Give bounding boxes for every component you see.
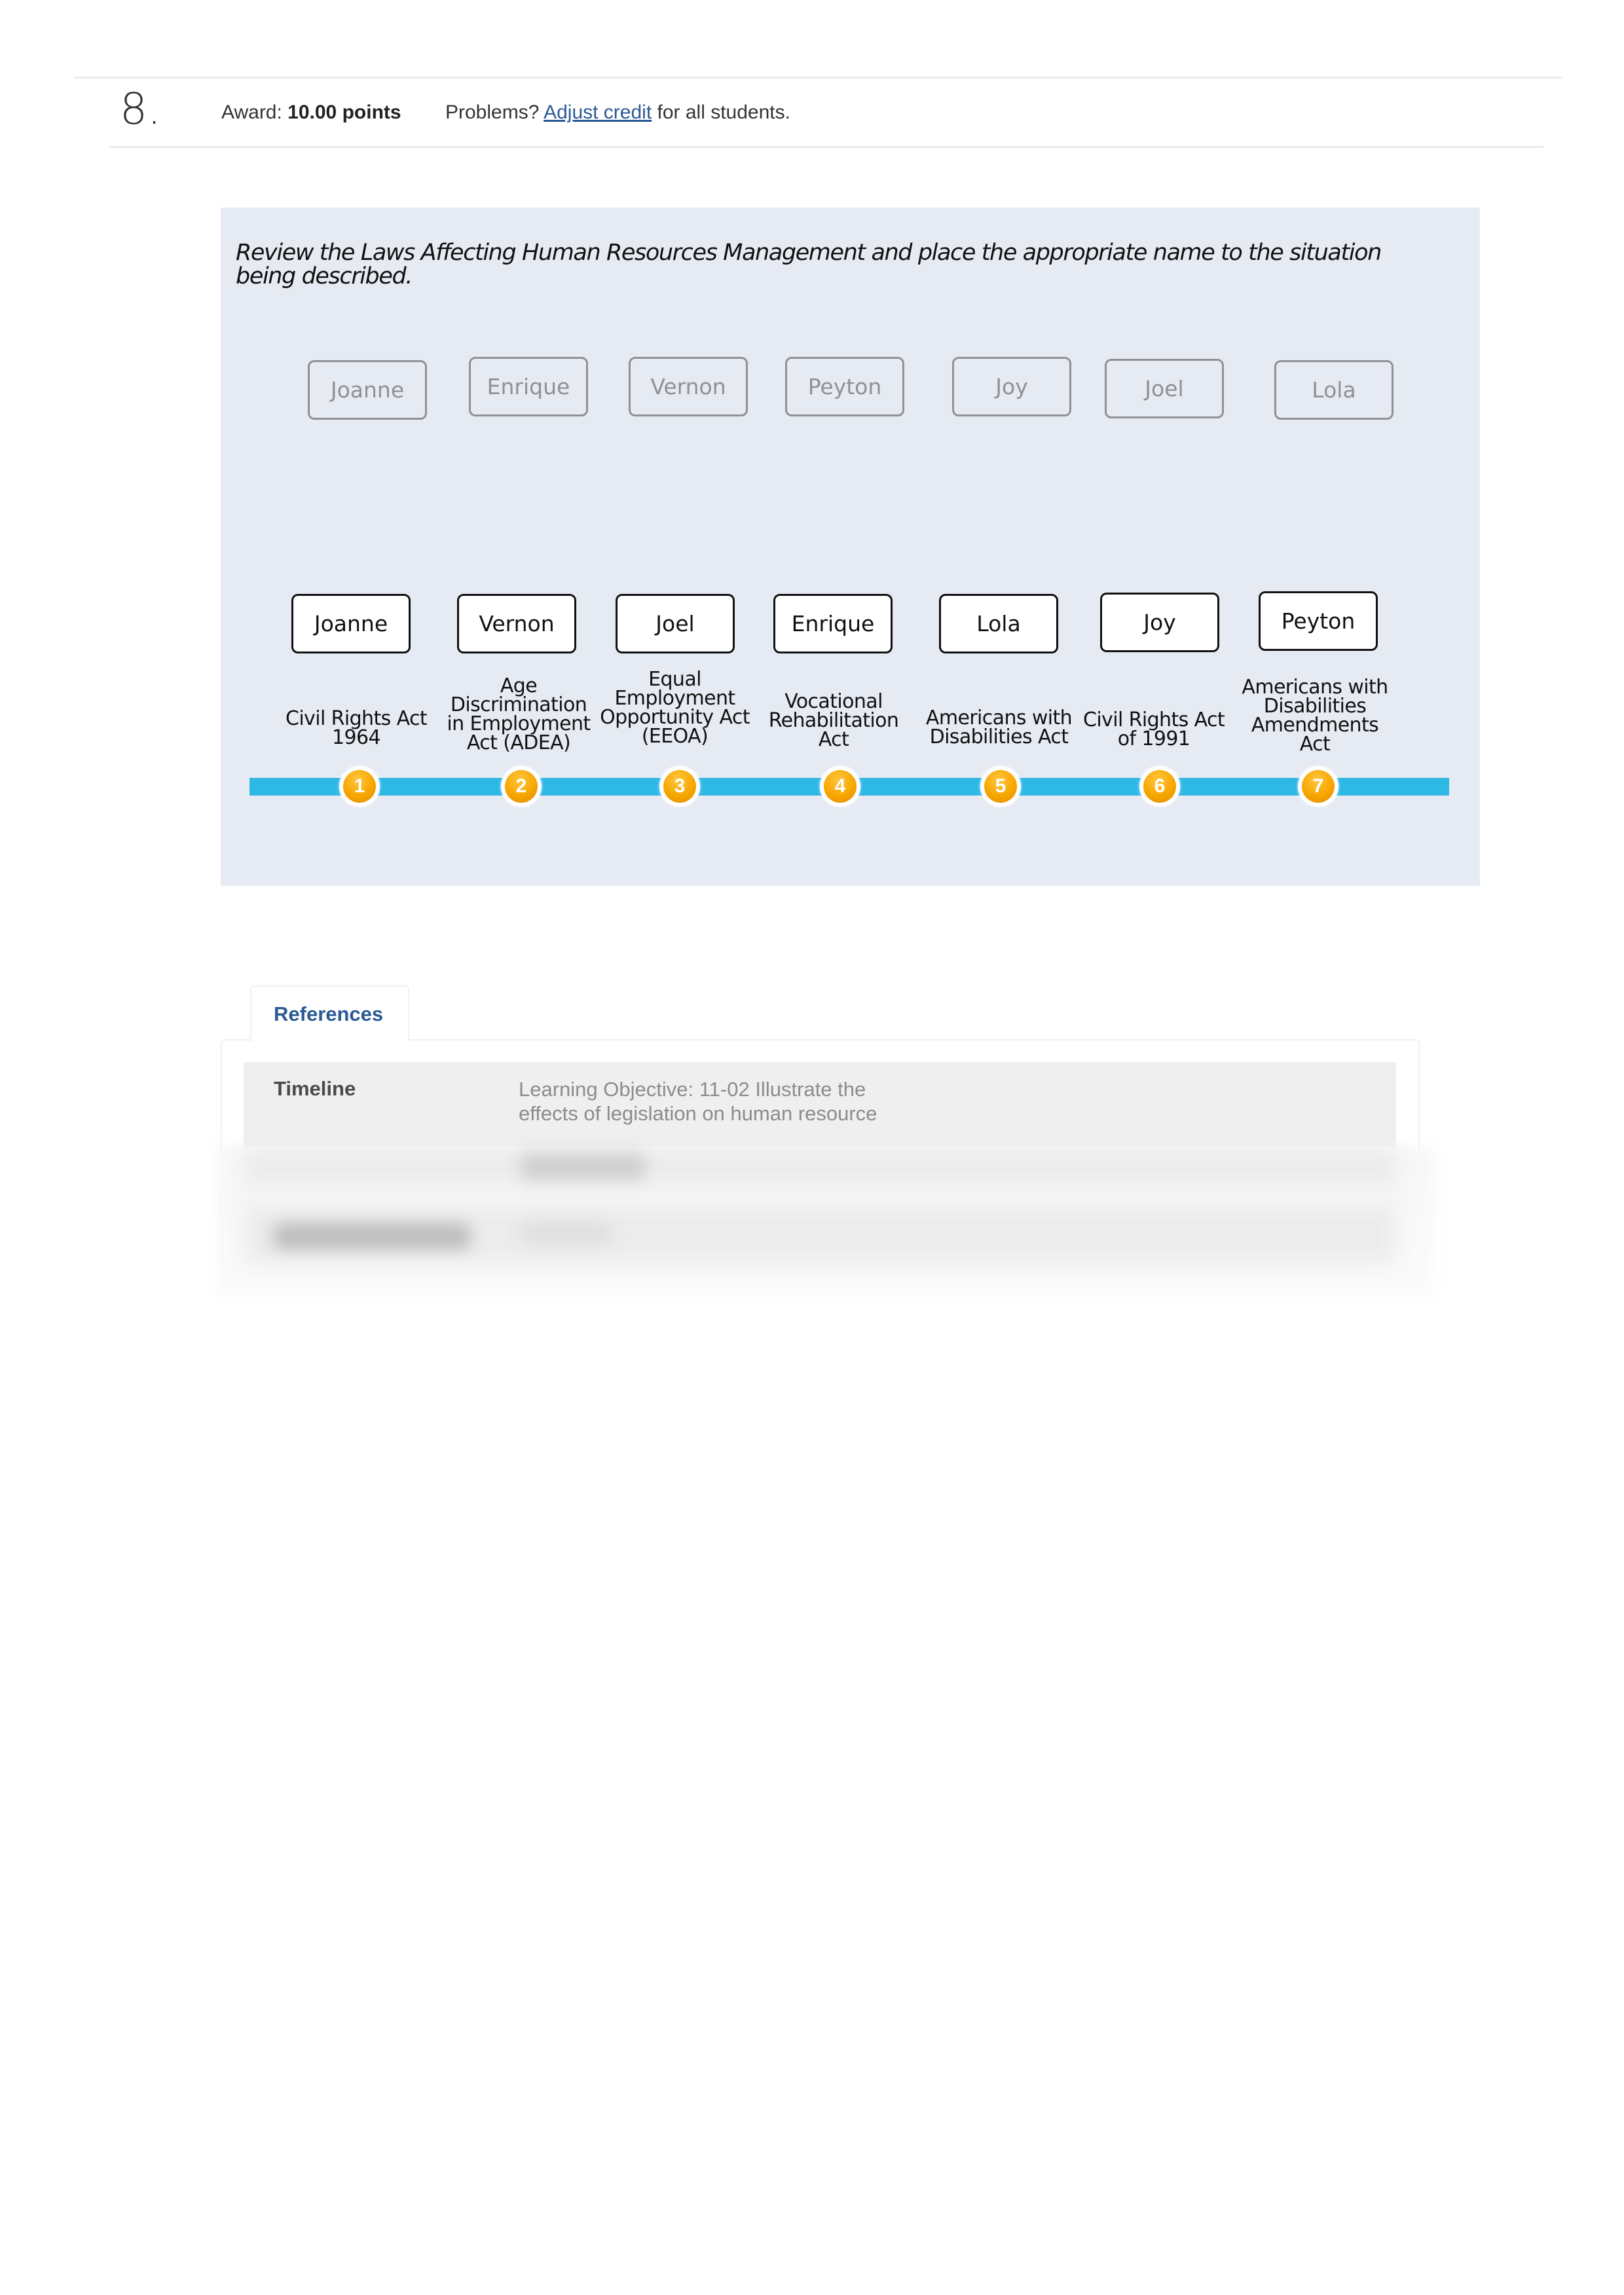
law-label-7: Americans with Disabilities Amendments A…	[1242, 676, 1388, 756]
problems-suffix: for all students.	[657, 101, 790, 123]
law-label-2: Age Discrimination in Employment Act (AD…	[447, 674, 591, 754]
timeline-marker-5: 5	[980, 766, 1021, 807]
header-divider	[109, 146, 1543, 148]
law-label-5: Americans with Disabilities Act	[925, 707, 1073, 748]
timeline-marker-1: 1	[339, 766, 380, 807]
drop-target-4[interactable]: Enrique	[773, 594, 893, 653]
law-label-1: Civil Rights Act 1964	[285, 707, 428, 749]
timeline-marker-3: 3	[659, 766, 700, 807]
blurred-row	[244, 1147, 1396, 1186]
timeline-marker-4: 4	[820, 766, 860, 807]
draggable-name-vernon[interactable]: Vernon	[629, 357, 748, 416]
problems-info: Problems? Adjust credit for all students…	[445, 101, 790, 124]
question-number: 8.	[120, 84, 161, 134]
activity-instructions: Review the Laws Affecting Human Resource…	[236, 240, 1382, 289]
drop-target-2[interactable]: Vernon	[457, 594, 576, 653]
draggable-name-joel[interactable]: Joel	[1105, 359, 1224, 418]
draggable-name-joanne[interactable]: Joanne	[308, 360, 427, 420]
drop-target-1[interactable]: Joanne	[291, 594, 411, 653]
drop-target-3[interactable]: Joel	[616, 594, 735, 653]
award-value: 10.00 points	[287, 101, 401, 123]
reference-label: Timeline	[274, 1077, 356, 1100]
drop-target-7[interactable]: Peyton	[1259, 591, 1378, 651]
drop-target-6[interactable]: Joy	[1100, 593, 1219, 652]
draggable-name-joy[interactable]: Joy	[952, 357, 1071, 416]
timeline-marker-2: 2	[501, 766, 542, 807]
law-label-4: Vocational Rehabilitation Act	[768, 690, 899, 751]
top-divider	[74, 77, 1562, 79]
award-label: Award:	[221, 101, 282, 123]
draggable-name-peyton[interactable]: Peyton	[785, 357, 904, 416]
blurred-text	[274, 1223, 470, 1249]
award-info: Award: 10.00 points	[221, 101, 401, 124]
problems-prefix: Problems?	[445, 101, 540, 123]
draggable-name-enrique[interactable]: Enrique	[469, 357, 588, 416]
blurred-text	[521, 1154, 645, 1180]
timeline-marker-7: 7	[1298, 766, 1338, 807]
law-label-3: Equal Employment Opportunity Act (EEOA)	[600, 668, 750, 748]
adjust-credit-link[interactable]: Adjust credit	[544, 101, 652, 123]
drop-target-5[interactable]: Lola	[939, 594, 1058, 653]
timeline-marker-6: 6	[1139, 766, 1180, 807]
blurred-text	[521, 1223, 612, 1243]
reference-value: Learning Objective: 11-02 Illustrate the…	[519, 1078, 877, 1125]
tab-references[interactable]: References	[250, 985, 409, 1042]
draggable-name-lola[interactable]: Lola	[1274, 360, 1393, 420]
tab-references-label: References	[274, 1002, 384, 1025]
law-label-6: Civil Rights Act of 1991	[1082, 708, 1225, 750]
